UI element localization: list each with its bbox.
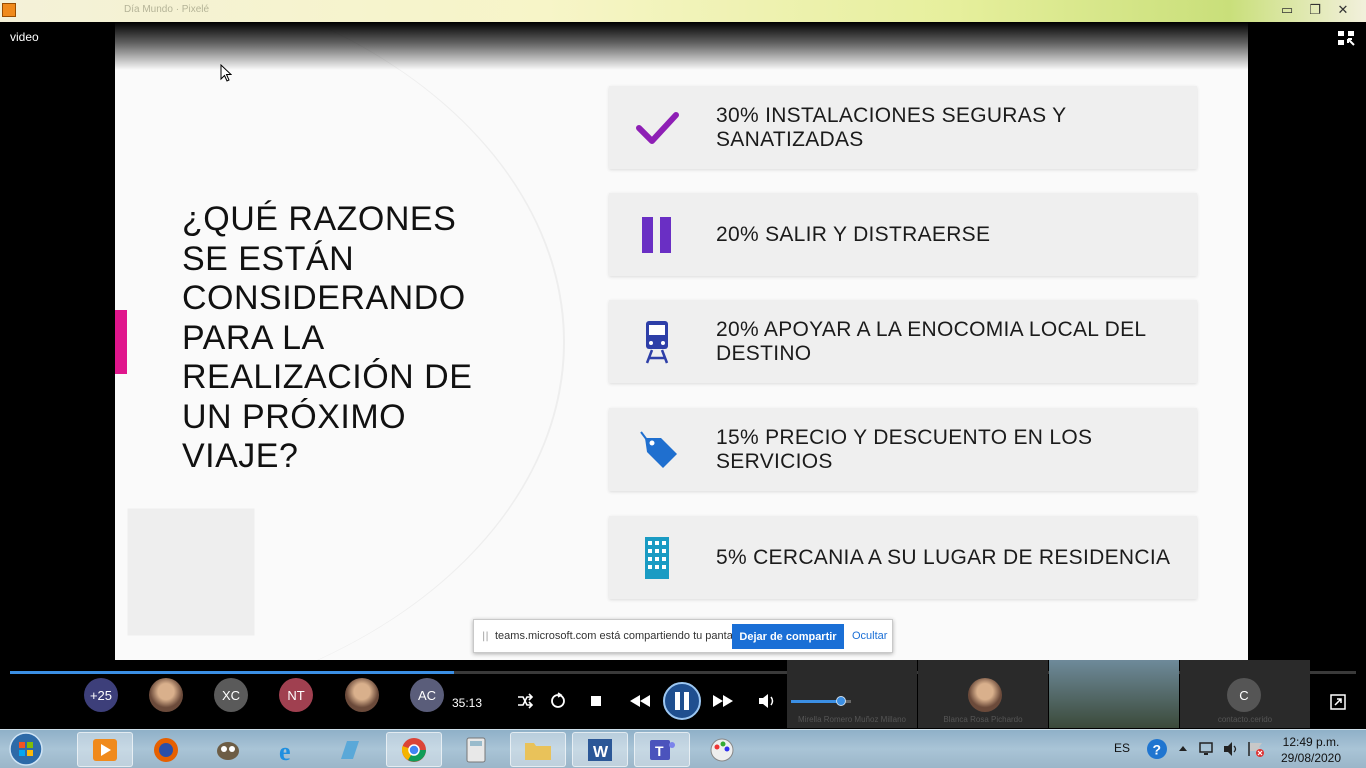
share-message: teams.microsoft.com está compartiendo tu…: [495, 630, 747, 642]
participant-avatar[interactable]: C: [1227, 678, 1261, 712]
restore-button[interactable]: ❐: [1304, 1, 1326, 19]
volume-icon[interactable]: [757, 692, 777, 710]
volume-slider-handle[interactable]: [836, 696, 846, 706]
media-player-icon: [93, 738, 117, 761]
network-icon[interactable]: [1198, 741, 1216, 757]
reason-card: 30% INSTALACIONES SEGURAS Y SANATIZADAS: [609, 86, 1197, 169]
app-icon: [2, 3, 16, 17]
taskbar-calculator[interactable]: [448, 732, 504, 767]
calculator-icon: [466, 737, 486, 762]
svg-text:W: W: [593, 744, 609, 761]
building-icon: [645, 536, 669, 579]
participant-avatar[interactable]: [968, 678, 1002, 712]
elapsed-time: 35:13: [452, 696, 483, 710]
start-button-icon[interactable]: [6, 730, 46, 768]
show-hidden-icons-icon[interactable]: [1178, 744, 1188, 752]
participant-avatar[interactable]: NT: [279, 678, 313, 712]
screen-share-banner: || teams.microsoft.com está compartiendo…: [473, 619, 893, 653]
participant-avatar[interactable]: [149, 678, 183, 712]
accent-bar: [115, 310, 127, 374]
mouse-cursor-icon: [220, 64, 232, 82]
taskbar-teams[interactable]: T: [634, 732, 690, 767]
shuffle-icon[interactable]: [516, 692, 534, 710]
screen: Día Mundo · Pixelé ▭ ❐ ✕ video ¿QUÉ RAZO…: [0, 0, 1366, 768]
paint-icon: [710, 738, 734, 761]
reason-card: 20% SALIR Y DISTRAERSE: [609, 193, 1197, 276]
taskbar-media-player[interactable]: [77, 732, 133, 767]
help-icon[interactable]: ?: [1146, 738, 1168, 760]
shared-slide: ¿QUÉ RAZONES SE ESTÁN CONSIDERANDO PARA …: [115, 22, 1248, 660]
taskbar-chrome[interactable]: [386, 732, 442, 767]
fullscreen-toggle-icon[interactable]: [1337, 30, 1355, 46]
gimp-icon: [217, 741, 239, 760]
slide-title: ¿QUÉ RAZONES SE ESTÁN CONSIDERANDO PARA …: [182, 200, 473, 475]
reason-text: 15% PRECIO Y DESCUENTO EN LOS SERVICIOS: [716, 425, 1093, 473]
internet-explorer-icon: e: [279, 737, 291, 765]
action-center-icon[interactable]: [1246, 740, 1266, 758]
participant-avatar[interactable]: [345, 678, 379, 712]
taskbar-paint[interactable]: [694, 732, 750, 767]
svg-text:?: ?: [1153, 742, 1162, 758]
taskbar-file-explorer[interactable]: [510, 732, 566, 767]
windows-taskbar: e W T ES ? 12:49 p.m. 29/08/2020: [0, 729, 1366, 768]
checkmark-icon: [636, 111, 679, 144]
drag-handle-icon[interactable]: ||: [482, 631, 489, 642]
reason-card: 20% APOYAR A LA ENOCOMIA LOCAL DEL DESTI…: [609, 300, 1197, 383]
notes-icon: [341, 740, 359, 759]
chrome-icon: [401, 737, 426, 762]
reason-text: 20% APOYAR A LA ENOCOMIA LOCAL DEL DESTI…: [716, 317, 1146, 365]
window-title-bar: Día Mundo · Pixelé ▭ ❐ ✕: [0, 0, 1366, 22]
stop-icon[interactable]: [590, 695, 602, 707]
previous-icon[interactable]: [628, 693, 652, 709]
word-icon: W: [588, 738, 612, 761]
hide-banner-link[interactable]: Ocultar: [852, 630, 887, 642]
close-button[interactable]: ✕: [1332, 1, 1354, 19]
stop-sharing-button[interactable]: Dejar de compartir: [732, 624, 844, 649]
participant-video-tile[interactable]: [1049, 660, 1179, 728]
train-icon: [645, 320, 669, 363]
seek-bar-fill: [10, 671, 455, 674]
reason-text: 5% CERCANIA A SU LUGAR DE RESIDENCIA: [716, 545, 1171, 569]
reason-text: 30% INSTALACIONES SEGURAS Y SANATIZADAS: [716, 103, 1067, 151]
more-participants-badge[interactable]: +25: [84, 678, 118, 712]
firefox-icon: [154, 737, 178, 762]
clock-time: 12:49 p.m.: [1282, 735, 1340, 749]
reason-card: 5% CERCANIA A SU LUGAR DE RESIDENCIA: [609, 516, 1197, 599]
tag-icon: [640, 430, 677, 468]
next-icon[interactable]: [711, 693, 735, 709]
language-indicator[interactable]: ES: [1114, 741, 1130, 755]
taskbar-notes[interactable]: [322, 732, 378, 767]
slide-top-shadow: [115, 22, 1248, 70]
teams-icon: T: [650, 739, 675, 760]
participant-avatar[interactable]: XC: [214, 678, 248, 712]
minimize-button[interactable]: ▭: [1276, 1, 1298, 19]
taskbar-firefox[interactable]: [138, 732, 194, 767]
participant-tile[interactable]: Mirella Romero Muñoz Millano: [787, 660, 917, 728]
repeat-icon[interactable]: [548, 691, 568, 711]
svg-text:e: e: [279, 737, 291, 765]
pause-button[interactable]: [662, 681, 702, 721]
participant-avatar[interactable]: AC: [410, 678, 444, 712]
reason-card: 15% PRECIO Y DESCUENTO EN LOS SERVICIOS: [609, 408, 1197, 491]
speaker-icon[interactable]: [1222, 741, 1240, 757]
svg-text:T: T: [655, 743, 664, 759]
reason-text: 20% SALIR Y DISTRAERSE: [716, 222, 991, 246]
clock-date: 29/08/2020: [1280, 751, 1342, 765]
taskbar-gimp[interactable]: [200, 732, 256, 767]
popout-icon[interactable]: [1330, 694, 1346, 710]
pause-icon: [642, 216, 671, 253]
folder-icon: [525, 742, 551, 760]
taskbar-internet-explorer[interactable]: e: [262, 732, 318, 767]
video-label: video: [10, 30, 39, 44]
taskbar-word[interactable]: W: [572, 732, 628, 767]
taskbar-clock[interactable]: 12:49 p.m. 29/08/2020: [1278, 734, 1344, 766]
window-title: Día Mundo · Pixelé: [124, 4, 210, 15]
